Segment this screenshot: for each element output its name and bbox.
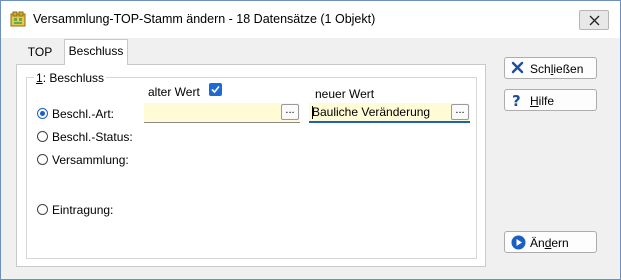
radio-button[interactable] — [37, 154, 48, 165]
tab-top-label: TOP — [27, 45, 53, 59]
radio-label: Beschl.-Art: — [52, 107, 115, 121]
radio-label: Eintragung: — [52, 203, 114, 217]
tab-top[interactable]: TOP — [16, 42, 64, 64]
checkmark-icon — [211, 85, 220, 94]
close-icon — [589, 15, 600, 26]
tab-panel-beschluss: 1: Beschluss alter Wert neuer Wert Besch… — [16, 64, 486, 267]
radio-label: Beschl.-Status: — [52, 130, 133, 144]
title-bar[interactable]: Versammlung-TOP-Stamm ändern - 18 Datens… — [1, 1, 620, 38]
change-button[interactable]: Ändern — [504, 231, 597, 253]
new-value-browse-button[interactable]: ... — [451, 104, 469, 120]
window-close-button[interactable] — [579, 10, 609, 30]
new-value-field[interactable]: Bauliche Veränderung ... — [309, 103, 470, 123]
tab-beschluss-label: Beschluss — [68, 44, 124, 58]
close-button-label: Schließen — [530, 62, 584, 76]
window-title: Versammlung-TOP-Stamm ändern - 18 Datens… — [33, 12, 376, 26]
change-button-label: Ändern — [530, 236, 569, 250]
new-value-column-label: neuer Wert — [315, 87, 375, 101]
close-button[interactable]: Schließen — [504, 57, 597, 79]
old-value-field[interactable]: ... — [144, 103, 300, 123]
dialog-window: Versammlung-TOP-Stamm ändern - 18 Datens… — [0, 0, 621, 280]
radio-button[interactable] — [37, 204, 48, 215]
groupbox-label: 1: Beschluss — [34, 71, 107, 85]
svg-text:?: ? — [512, 93, 521, 108]
radio-button[interactable] — [37, 131, 48, 142]
app-icon — [10, 11, 26, 27]
help-button[interactable]: ? Hilfe — [504, 89, 597, 111]
close-x-icon — [511, 61, 524, 77]
new-value-text: Bauliche Veränderung — [312, 105, 431, 119]
old-value-column-label: alter Wert — [148, 85, 200, 99]
radio-label: Versammlung: — [52, 153, 129, 167]
help-button-label: Hilfe — [530, 94, 555, 108]
text-caret — [312, 106, 313, 119]
play-circle-icon — [511, 235, 526, 253]
question-icon: ? — [511, 92, 524, 111]
old-value-browse-button[interactable]: ... — [281, 104, 299, 120]
old-value-checkbox[interactable] — [209, 83, 222, 96]
tab-beschluss[interactable]: Beschluss — [64, 39, 128, 65]
radio-button[interactable] — [37, 108, 48, 119]
